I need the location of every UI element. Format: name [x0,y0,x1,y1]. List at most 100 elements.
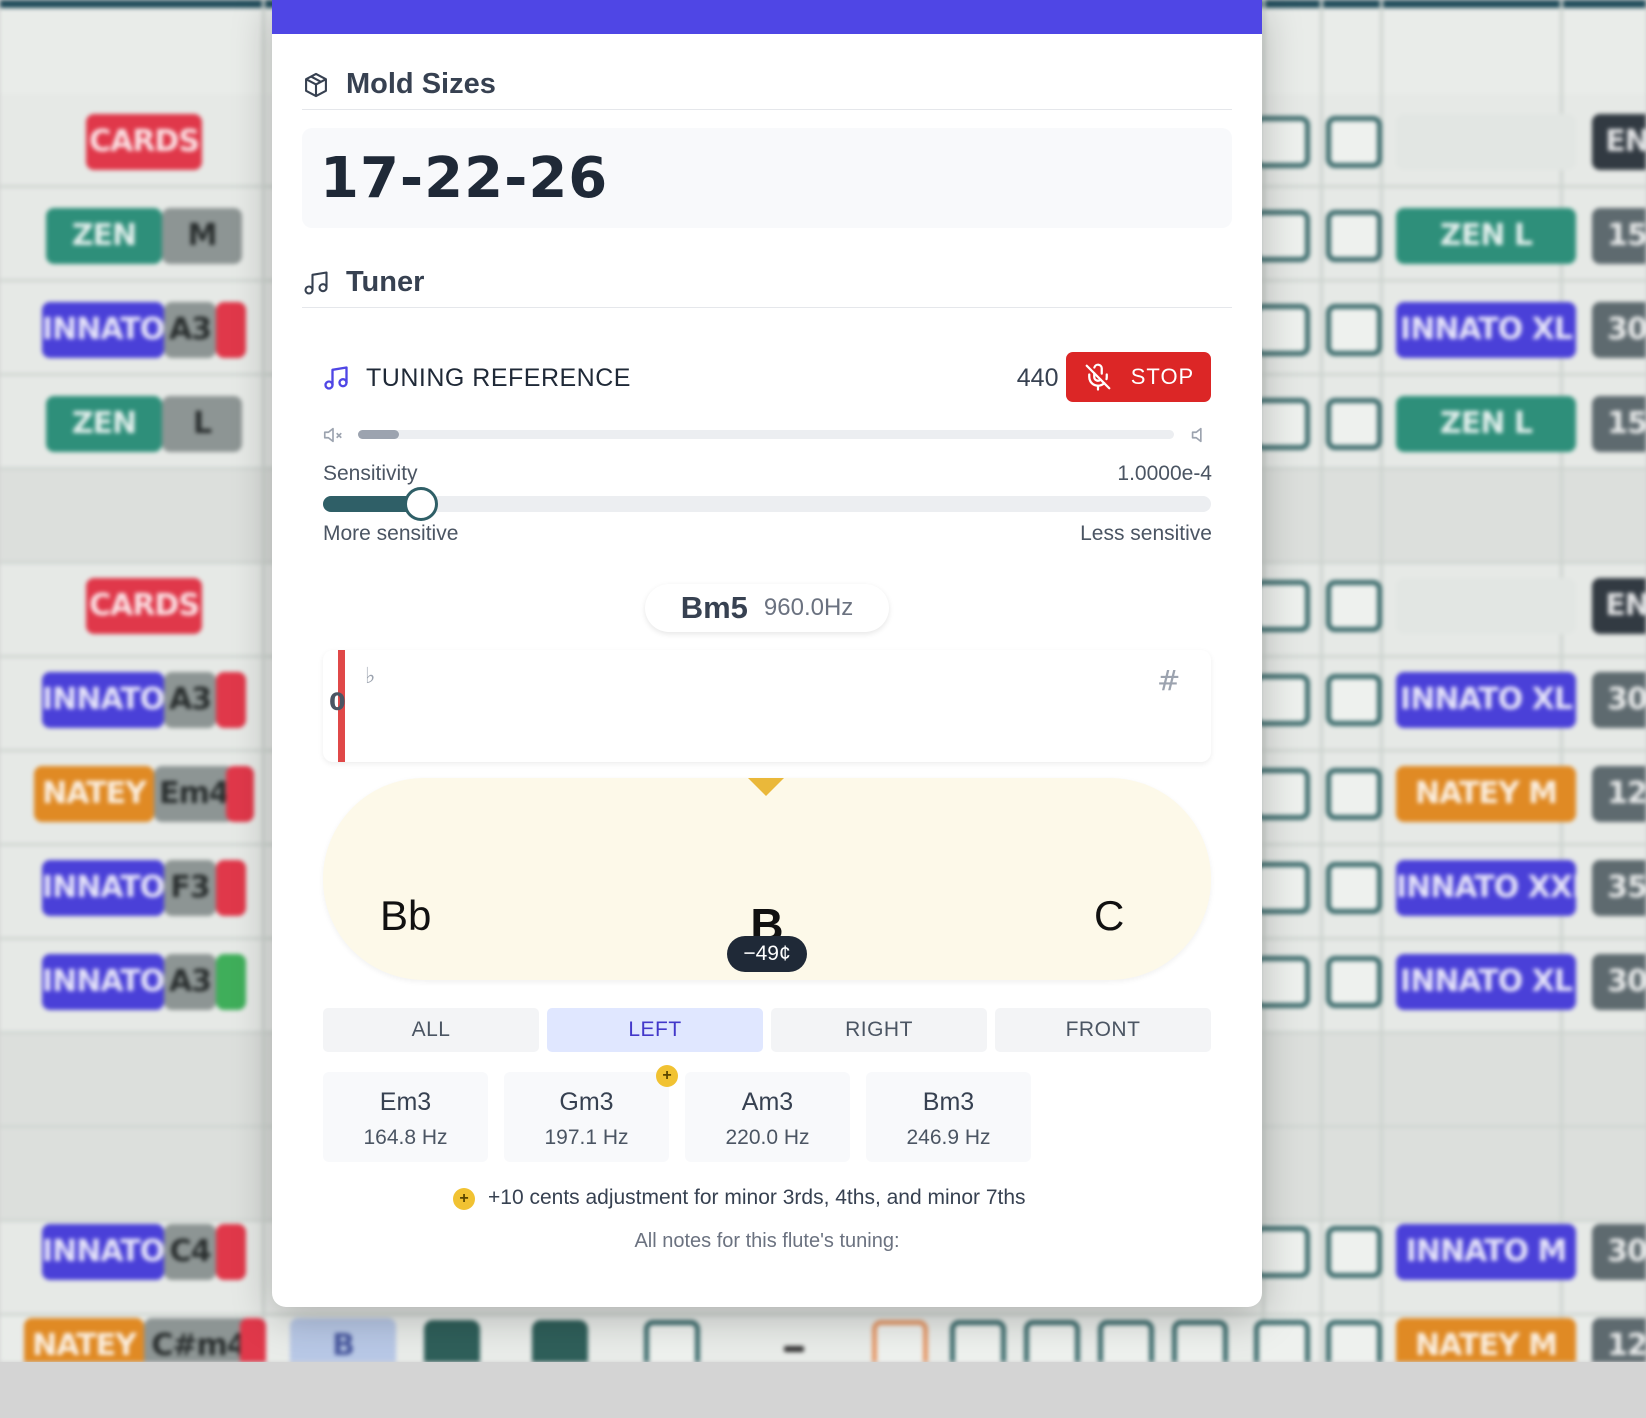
background-chip: 35 [1592,860,1646,916]
stop-button[interactable]: STOP [1066,352,1211,402]
volume-meter-fill [358,430,399,439]
background-chip: INNATO [42,1224,164,1280]
tab-all[interactable]: ALL [323,1008,539,1052]
sensitivity-min-label: More sensitive [323,522,459,545]
sensitivity-label: Sensitivity [323,462,418,485]
background-chip: A3 [164,672,216,728]
sensitivity-slider-handle[interactable] [403,487,438,521]
cube-icon [305,72,327,97]
background-chip: NATEY M [1396,1318,1576,1362]
background-chip: 30 [1592,302,1646,358]
background-chip: INNATO XXL [1396,860,1576,916]
background-chip: INNATO XL [1396,672,1576,728]
sharp-icon: # [1157,664,1181,697]
background-chip: INNATO [42,672,164,728]
modal-header-bar [272,0,1262,34]
volume-mute-icon [323,427,342,443]
stop-label: STOP [1130,364,1195,389]
background-chip: A3 [164,302,216,358]
background-chip: CARDS [86,114,202,170]
detected-note-pill: Bm5 960.0Hz [645,584,889,632]
flat-icon: ♭ [365,664,376,689]
background-chip: 12 [1592,766,1646,822]
background-chip: ZEN L [1396,208,1576,264]
background-chip: INNATO XL [1396,302,1576,358]
note-card-name: Bm3 [922,1088,975,1116]
background-checkbox [1326,116,1382,168]
background-checkbox [872,1320,928,1362]
cents-offset-badge: −49¢ [727,936,807,972]
note-card-name: Gm3 [559,1088,614,1116]
detected-note-hz: 960.0Hz [763,594,854,621]
background-checkbox [1326,768,1382,820]
note-card-list: Em3 164.8 Hz + Gm3 197.1 Hz Am3 220.0 Hz… [323,1065,1031,1162]
background-column-line [262,0,265,1362]
background-chip: C#m4 [144,1318,254,1362]
background-checkbox [1326,862,1382,914]
note-card[interactable]: Am3 220.0 Hz [685,1072,850,1162]
background-chip [1396,114,1576,170]
background-chip: ZEN [46,208,162,264]
background-chip [216,954,246,1010]
background-checkbox [1254,862,1310,914]
background-chip: NATEY [24,1318,144,1362]
mold-sizes-value: 17-22-26 [320,146,609,211]
sensitivity-slider[interactable] [323,487,1211,521]
background-checkbox [1024,1320,1080,1362]
tuning-reference-label: TUNING REFERENCE [366,364,631,392]
note-card-name: Em3 [379,1088,432,1116]
background-checkbox [1254,580,1310,632]
background-checkbox [1326,956,1382,1008]
tuner-title: Tuner [346,266,425,298]
note-card-hz: 220.0 Hz [725,1126,810,1149]
background-checkbox [1254,210,1310,262]
tab-right[interactable]: RIGHT [771,1008,987,1052]
note-card-name: Am3 [741,1088,794,1116]
volume-meter [358,430,1174,439]
background-chip: NATEY M [1396,766,1576,822]
background-chip [240,1318,266,1362]
sensitivity-value: 1.0000e-4 [1117,462,1212,485]
background-chip: ZEN L [1396,396,1576,452]
plus-adjustment-icon: + [453,1188,475,1210]
background-checkbox [1254,1226,1310,1278]
music-note-icon [324,366,348,390]
note-card[interactable]: Bm3 246.9 Hz [866,1072,1031,1162]
background-checkbox [1326,1226,1382,1278]
music-note-icon [304,270,328,295]
dial-note-right: C [1094,892,1125,939]
tuning-dial: Bb B C −49¢ [323,778,1211,980]
background-checkbox [1254,956,1310,1008]
pitch-strobe: 0 ♭ # [323,650,1211,762]
background-checkbox [1326,210,1382,262]
tab-left[interactable]: LEFT [547,1008,763,1052]
background-checkbox [1254,768,1310,820]
background-checkbox [1326,580,1382,632]
chamber-tabs: ALL LEFT RIGHT FRONT [323,1008,1211,1052]
background-chip: 30 [1592,1224,1646,1280]
background-chip: Em4 [154,766,234,822]
note-card-hz: 246.9 Hz [906,1126,991,1149]
background-chip [226,766,254,822]
sensitivity-max-label: Less sensitive [1080,522,1212,545]
background-chip: 12 [1592,1318,1646,1362]
background-chip [216,860,246,916]
background-chip: INNATO M [1396,1224,1576,1280]
tab-front[interactable]: FRONT [995,1008,1211,1052]
mold-sizes-title: Mold Sizes [346,68,496,100]
all-notes-label: All notes for this flute's tuning: [634,1230,900,1252]
background-chip: F3 [164,860,216,916]
background-chip: B [290,1318,396,1362]
note-card-hz: 197.1 Hz [544,1126,629,1149]
background-checkbox [1326,398,1382,450]
background-checkbox [532,1320,588,1362]
background-chip: L [162,396,242,452]
note-card[interactable]: + Gm3 197.1 Hz [504,1065,678,1162]
background-chip: 15 [1592,208,1646,264]
background-checkbox [1254,674,1310,726]
detected-note-name: Bm5 [680,590,748,625]
background-checkbox [1326,304,1382,356]
background-checkbox [1254,1320,1310,1362]
background-chip: CARDS [86,578,202,634]
note-card[interactable]: Em3 164.8 Hz [323,1072,488,1162]
